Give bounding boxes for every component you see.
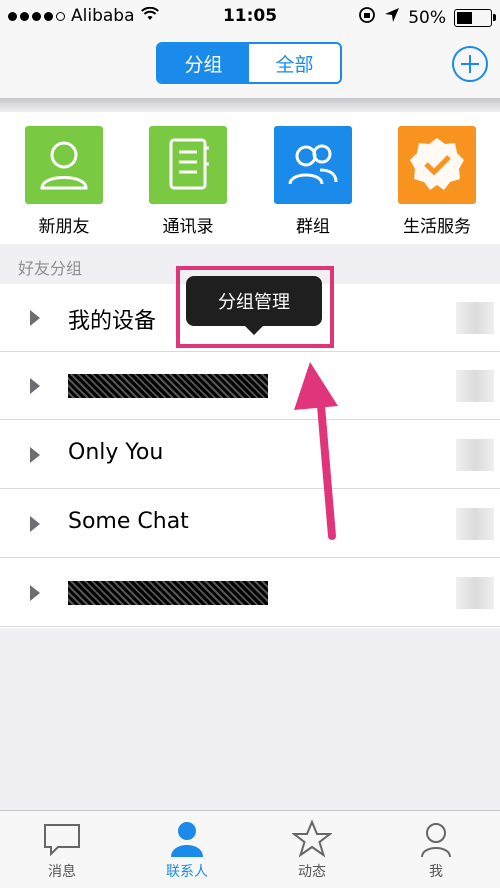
tab-me[interactable]: 我 (386, 819, 486, 881)
tile-groups[interactable]: 群组 (270, 126, 356, 237)
expand-triangle-icon (30, 378, 40, 394)
group-row[interactable] (0, 559, 500, 627)
badge-check-icon (398, 126, 476, 204)
tile-life-services[interactable]: 生活服务 (394, 126, 480, 237)
group-name: 我的设备 (68, 309, 157, 334)
person-icon (25, 126, 103, 204)
tab-bar: 消息 联系人 动态 我 (0, 810, 500, 888)
online-count-blurred (456, 439, 494, 471)
expand-triangle-icon (30, 310, 40, 326)
tab-label: 消息 (48, 864, 76, 880)
tab-label: 我 (429, 864, 443, 880)
section-title: 好友分组 (18, 259, 83, 278)
group-row[interactable]: Some Chat (0, 490, 500, 558)
battery-icon (454, 8, 496, 27)
tile-label: 通讯录 (162, 217, 214, 237)
tab-label: 动态 (298, 864, 326, 880)
tile-label: 新朋友 (38, 217, 90, 237)
tab-contacts[interactable]: 联系人 (137, 819, 237, 881)
tile-new-friends[interactable]: 新朋友 (21, 126, 107, 237)
online-count-blurred (456, 370, 494, 402)
chat-bubble-icon (42, 819, 82, 859)
group-icon (274, 126, 352, 204)
location-arrow-icon (384, 7, 400, 28)
rotation-lock-icon (358, 6, 376, 29)
person-icon (167, 819, 207, 859)
segmented-control: 分组 全部 (156, 42, 342, 84)
tile-label: 生活服务 (403, 217, 471, 237)
tile-contacts[interactable]: 通讯录 (145, 126, 231, 237)
group-name: Some Chat (68, 509, 189, 534)
group-name: Only You (68, 440, 164, 465)
online-count-blurred (456, 508, 494, 540)
group-name-masked (68, 581, 268, 605)
status-bar: Alibaba 11:05 50% (0, 0, 500, 32)
group-row[interactable] (0, 352, 500, 420)
online-count-blurred (456, 302, 494, 334)
status-right: 50% (358, 6, 496, 29)
group-name-masked (68, 374, 268, 398)
plus-circle-icon[interactable] (452, 46, 488, 82)
tile-label: 群组 (296, 217, 330, 237)
address-book-icon (149, 126, 227, 204)
tab-label: 联系人 (166, 864, 208, 880)
online-count-blurred (456, 577, 494, 609)
segment-groups[interactable]: 分组 (158, 44, 249, 82)
user-outline-icon (416, 819, 456, 859)
nav-shadow (0, 98, 500, 112)
quick-entry-tiles: 新朋友 通讯录 群组 生活服务 (0, 112, 500, 244)
segment-all[interactable]: 全部 (249, 44, 340, 82)
tab-moments[interactable]: 动态 (262, 819, 362, 881)
nav-bar: 分组 全部 (0, 32, 500, 98)
annotation-highlight-box (176, 266, 334, 348)
battery-percent: 50% (408, 7, 446, 28)
expand-triangle-icon (30, 516, 40, 532)
annotation-arrow-icon (294, 362, 338, 540)
expand-triangle-icon (30, 585, 40, 601)
star-icon (291, 819, 333, 859)
expand-triangle-icon (30, 447, 40, 463)
group-row[interactable]: Only You (0, 421, 500, 489)
tab-messages[interactable]: 消息 (12, 819, 112, 881)
